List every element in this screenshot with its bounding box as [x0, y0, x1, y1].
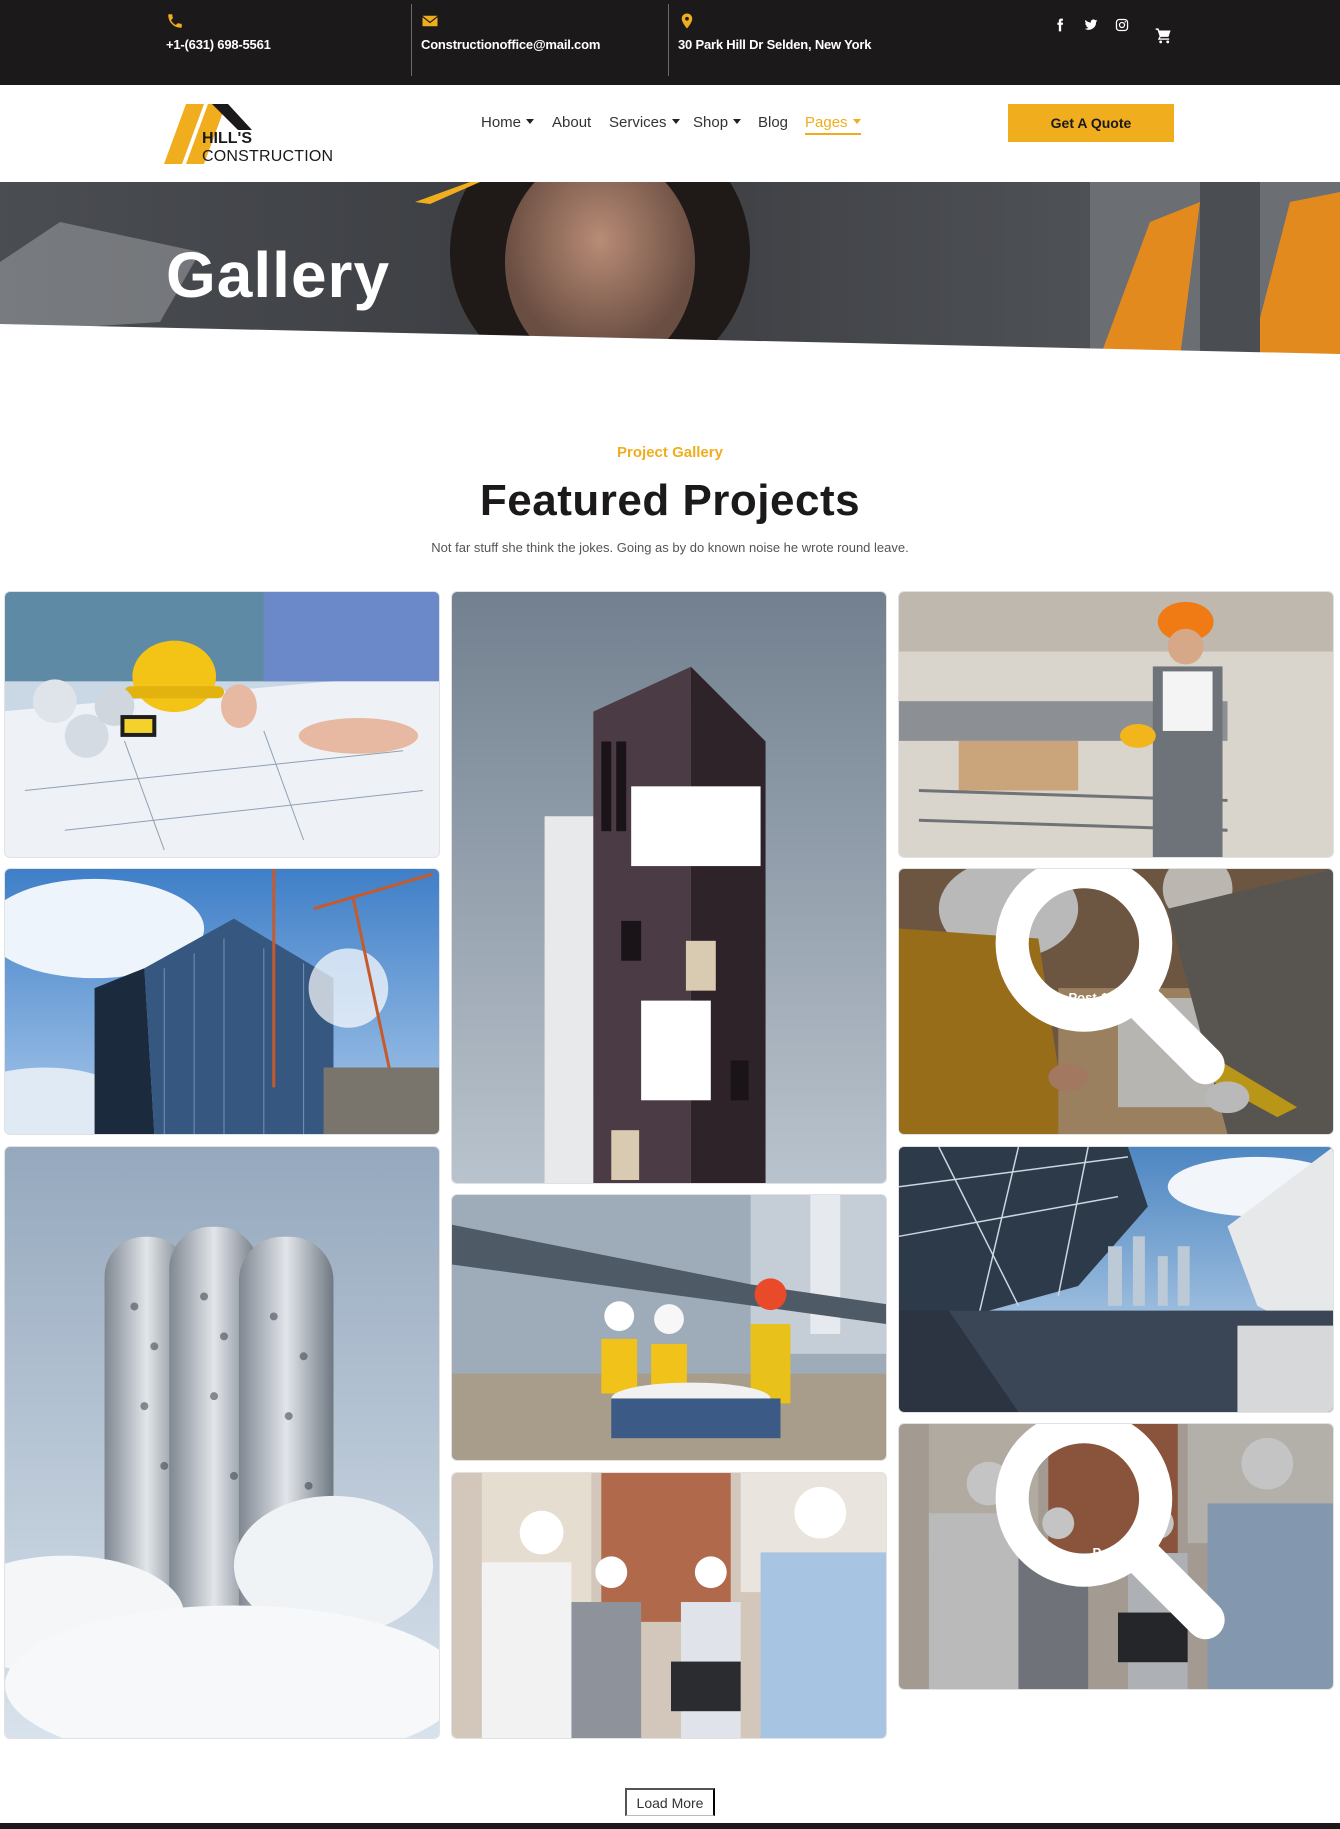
page-hero-banner: Gallery — [0, 182, 1340, 357]
chevron-down-icon — [733, 119, 742, 124]
nav-item-blog[interactable]: Blog — [758, 114, 788, 131]
envelope-icon — [422, 15, 438, 27]
nav-item-label: Blog — [758, 114, 789, 131]
page-title: Gallery — [166, 239, 391, 311]
gallery-item-team-outdoors[interactable]: Post-10 — [898, 1423, 1334, 1690]
section-description: Not far stuff she think the jokes. Going… — [431, 540, 909, 555]
phone-number: +1-(631) 698-5561 — [166, 37, 271, 52]
nav-item-label: About — [552, 114, 592, 131]
nav-item-shop[interactable]: Shop — [693, 114, 742, 131]
gallery-item-glass-pavilion[interactable] — [898, 1146, 1334, 1413]
twitter-icon[interactable] — [1083, 18, 1099, 32]
nav-item-about[interactable]: About — [552, 114, 591, 131]
gallery-item-caption: Post-10 — [1092, 1544, 1140, 1560]
map-marker-icon — [681, 13, 693, 29]
topbar-divider — [411, 4, 412, 76]
facebook-icon[interactable] — [1053, 18, 1067, 32]
nav-item-label: Services — [609, 114, 667, 131]
chevron-down-icon — [852, 119, 861, 124]
gallery-item-tower-clouds[interactable] — [4, 1146, 440, 1739]
gallery-item-team-laptop[interactable] — [451, 1472, 887, 1739]
gallery-image — [5, 1147, 439, 1738]
gallery-image — [452, 592, 886, 1183]
street-address: 30 Park Hill Dr Selden, New York — [678, 37, 872, 52]
email-address: Constructionoffice@mail.com — [421, 37, 601, 52]
gallery-image — [899, 592, 1333, 857]
nav-item-label: Pages — [805, 114, 848, 131]
hover-overlay: Post-1-768×469 — [899, 869, 1333, 1134]
chevron-down-icon — [671, 119, 680, 124]
nav-item-home[interactable]: Home — [481, 114, 535, 131]
logo-line-1: HILL'S — [202, 130, 253, 147]
instagram-icon[interactable] — [1115, 18, 1129, 32]
gallery-image — [5, 592, 439, 857]
gallery-image — [452, 1195, 886, 1460]
footer-edge — [0, 1823, 1340, 1829]
search-icon[interactable] — [898, 868, 1323, 1098]
gallery-item-blueprint[interactable] — [4, 591, 440, 858]
gallery-item-brick-tower[interactable] — [451, 591, 887, 1184]
search-icon[interactable] — [898, 1423, 1323, 1653]
load-more-button[interactable]: Load More — [625, 1788, 715, 1816]
section-subtitle: Project Gallery — [617, 444, 723, 461]
gallery-item-workers-table[interactable]: Post-1-768×469 — [898, 868, 1334, 1135]
section-title: Featured Projects — [479, 476, 861, 525]
topbar-divider — [668, 4, 669, 76]
gallery-image — [5, 869, 439, 1134]
cart-icon[interactable] — [1154, 27, 1173, 44]
nav-item-label: Shop — [693, 114, 729, 131]
get-a-quote-button[interactable]: Get A Quote — [1008, 104, 1174, 142]
gallery-item-glass-building[interactable] — [4, 868, 440, 1135]
nav-item-label: Home — [481, 114, 522, 131]
top-contact-bar: +1-(631) 698-5561 Constructionoffice@mai… — [0, 0, 1340, 85]
gallery-item-worker-warehouse[interactable] — [898, 591, 1334, 858]
nav-item-services[interactable]: Services — [609, 114, 680, 131]
site-logo[interactable]: HILL'S CONSTRUCTION — [164, 102, 342, 168]
phone-icon — [168, 14, 182, 28]
gallery-image — [899, 1147, 1333, 1412]
nav-item-pages[interactable]: Pages — [805, 114, 861, 135]
gallery-item-caption: Post-1-768×469 — [1068, 989, 1164, 1005]
gallery-item-engineers-sitting[interactable] — [451, 1194, 887, 1461]
gallery-image — [452, 1473, 886, 1738]
logo-line-2: CONSTRUCTION — [202, 148, 334, 165]
hover-overlay: Post-10 — [899, 1424, 1333, 1689]
chevron-down-icon — [526, 119, 535, 124]
